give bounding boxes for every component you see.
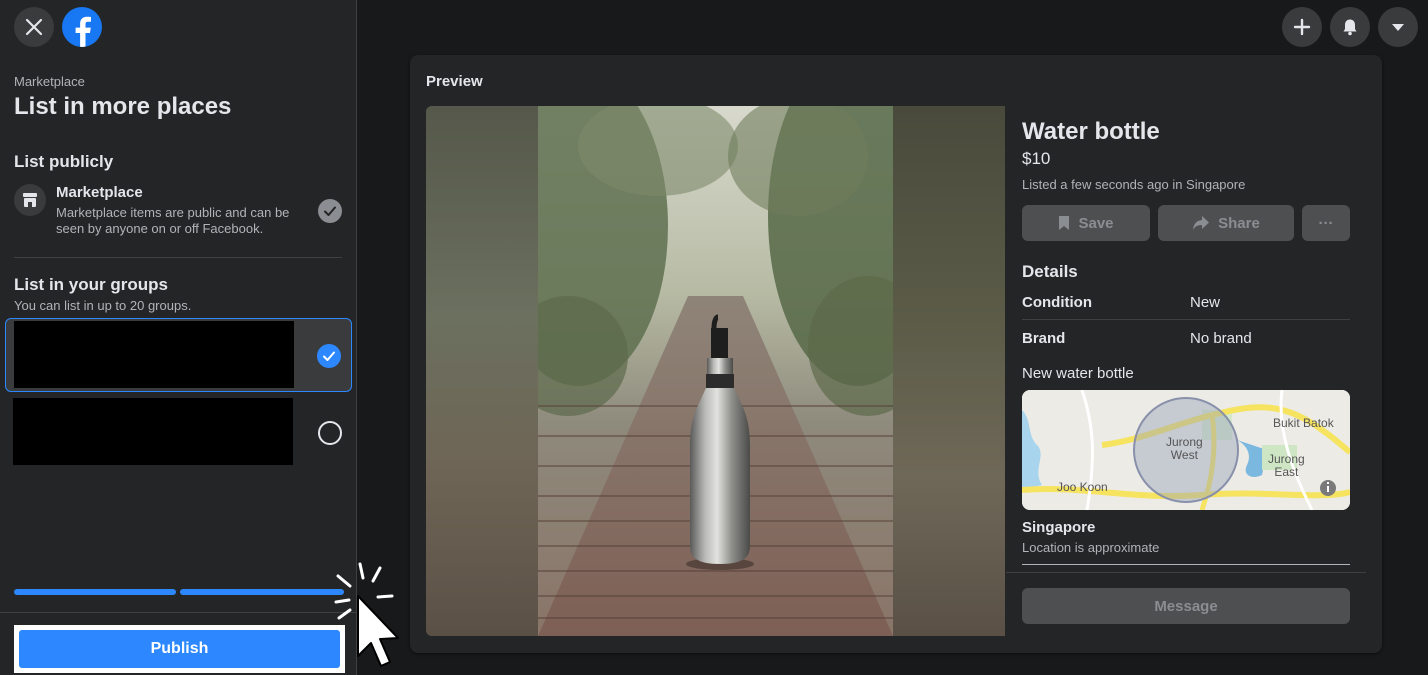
- marketplace-option-description: Marketplace items are public and can be …: [56, 205, 290, 236]
- listing-meta: Listed a few seconds ago in Singapore: [1022, 177, 1246, 192]
- location-name: Singapore: [1022, 519, 1096, 536]
- listing-description: New water bottle: [1022, 365, 1134, 382]
- publish-button-highlight: Publish: [14, 625, 345, 673]
- footer-divider: [0, 612, 357, 613]
- save-button-label: Save: [1078, 214, 1114, 232]
- account-menu-button[interactable]: [1378, 7, 1418, 47]
- detail-key-brand: Brand: [1022, 330, 1066, 347]
- breadcrumb: Marketplace: [14, 74, 85, 89]
- photo-blur-right: [893, 106, 1005, 636]
- close-button[interactable]: [14, 7, 54, 47]
- detail-value-condition: New: [1190, 294, 1221, 311]
- publish-button[interactable]: Publish: [19, 630, 340, 668]
- location-divider: [1022, 564, 1350, 565]
- map-label-jurong-west: Jurong West: [1166, 435, 1203, 462]
- map-label-jurong-east: Jurong East: [1268, 452, 1305, 479]
- details-footer-divider: [1006, 572, 1366, 573]
- location-note: Location is approximate: [1022, 540, 1160, 555]
- notifications-button[interactable]: [1330, 7, 1370, 47]
- empty-circle-icon[interactable]: [318, 421, 342, 445]
- redacted-group-name: [13, 398, 293, 465]
- listing-title: Water bottle: [1022, 118, 1160, 145]
- preview-label: Preview: [426, 73, 483, 90]
- groups-subtitle: You can list in up to 20 groups.: [14, 298, 192, 313]
- bell-icon: [1343, 19, 1357, 36]
- map-label-joo-koon: Joo Koon: [1057, 480, 1108, 494]
- checked-circle-icon[interactable]: [317, 344, 341, 368]
- more-options-button[interactable]: ···: [1302, 205, 1350, 241]
- share-icon: [1193, 216, 1210, 230]
- progress-step-1: [14, 589, 176, 595]
- map-label-bukit-batok: Bukit Batok: [1273, 416, 1334, 430]
- listing-photo: [538, 106, 893, 636]
- caret-down-icon: [1392, 24, 1404, 31]
- group-item[interactable]: [5, 396, 352, 470]
- marketplace-option-name: Marketplace: [56, 184, 143, 201]
- detail-value-brand: No brand: [1190, 330, 1252, 347]
- listing-price: $10: [1022, 149, 1051, 168]
- bookmark-icon: [1059, 216, 1070, 230]
- listing-photo-area: [426, 106, 1005, 636]
- sidebar: Marketplace List in more places List pub…: [0, 0, 357, 675]
- photo-blur-left: [426, 106, 538, 636]
- groups-heading: List in your groups: [14, 275, 168, 294]
- more-options-icon: ···: [1318, 214, 1334, 232]
- plus-icon: [1293, 18, 1311, 36]
- group-item[interactable]: [5, 318, 352, 392]
- storefront-icon: [14, 184, 46, 216]
- checkmark-icon: [318, 199, 342, 223]
- share-button-label: Share: [1218, 214, 1260, 232]
- create-button[interactable]: [1282, 7, 1322, 47]
- progress-step-2: [180, 589, 344, 595]
- marketplace-option[interactable]: Marketplace Marketplace items are public…: [14, 184, 344, 240]
- details-divider: [1022, 319, 1350, 320]
- message-button[interactable]: Message: [1022, 588, 1350, 624]
- redacted-group-name: [14, 321, 294, 388]
- save-button[interactable]: Save: [1022, 205, 1150, 241]
- list-publicly-heading: List publicly: [14, 152, 114, 171]
- location-map[interactable]: Jurong West Bukit Batok Jurong East Joo …: [1022, 390, 1350, 510]
- details-heading: Details: [1022, 262, 1078, 281]
- detail-key-condition: Condition: [1022, 294, 1092, 311]
- sidebar-top-row: [14, 7, 102, 47]
- click-cursor-icon: [334, 562, 399, 667]
- section-divider: [14, 257, 342, 258]
- listing-details-panel: Water bottle $10 Listed a few seconds ag…: [1006, 106, 1382, 636]
- preview-card: Preview Water bottle $10 Listed a few se…: [410, 55, 1382, 653]
- page-title: List in more places: [14, 93, 232, 120]
- facebook-logo-icon[interactable]: [62, 7, 102, 47]
- share-button[interactable]: Share: [1158, 205, 1294, 241]
- close-icon: [25, 18, 43, 36]
